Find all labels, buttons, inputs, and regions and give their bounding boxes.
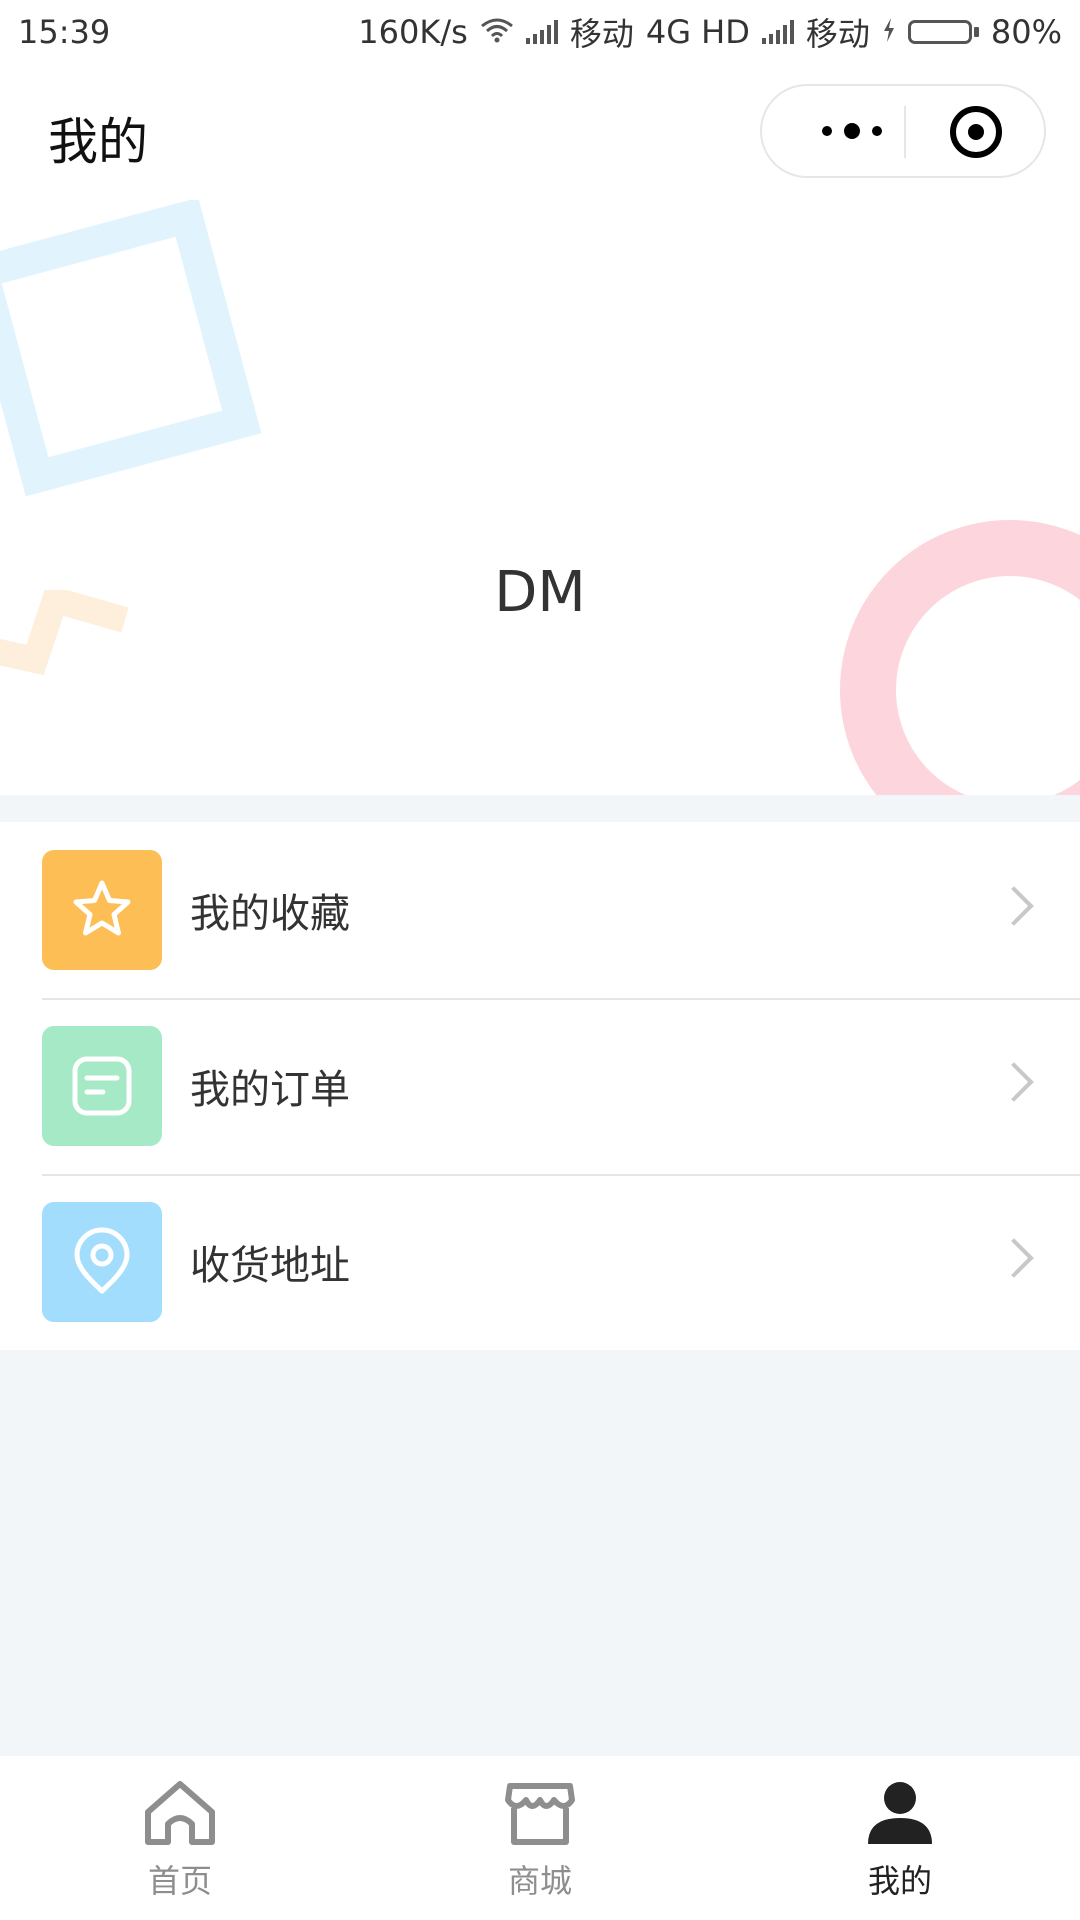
- tab-label: 我的: [867, 1862, 932, 1900]
- more-dot: [872, 126, 882, 136]
- chevron-right-icon: [994, 886, 1034, 926]
- tab-store[interactable]: 商城: [360, 1756, 720, 1920]
- chevron-right-icon: [994, 1062, 1034, 1102]
- menu-item-label: 收货地址: [190, 1243, 350, 1289]
- tab-mine[interactable]: 我的: [720, 1756, 1080, 1920]
- battery-icon: [907, 20, 979, 44]
- mini-program-capsule: [760, 84, 1046, 178]
- nav-bar: 我的: [0, 64, 1080, 200]
- net-speed: 160K/s: [358, 13, 468, 51]
- menu-item-favorites[interactable]: 我的收藏: [0, 822, 1080, 998]
- carrier-1: 移动: [569, 15, 634, 53]
- order-icon: [42, 1026, 162, 1146]
- menu-list: 我的收藏 我的订单 收货地址: [0, 822, 1080, 1350]
- more-dot: [844, 123, 860, 139]
- decorative-square: [0, 200, 262, 497]
- page-title: 我的: [48, 113, 148, 171]
- tab-label: 首页: [147, 1862, 212, 1900]
- status-time: 15:39: [18, 13, 111, 51]
- tab-label: 商城: [507, 1862, 572, 1900]
- home-icon: [145, 1781, 215, 1845]
- tab-bar: 首页 商城 我的: [0, 1756, 1080, 1920]
- tab-home[interactable]: 首页: [0, 1756, 360, 1920]
- more-button[interactable]: [802, 86, 902, 176]
- user-icon: [868, 1782, 932, 1844]
- more-dot: [822, 126, 832, 136]
- location-icon: [42, 1202, 162, 1322]
- battery-percent: 80%: [990, 13, 1062, 51]
- menu-item-address[interactable]: 收货地址: [0, 1174, 1080, 1350]
- store-icon: [505, 1783, 575, 1845]
- menu-item-orders[interactable]: 我的订单: [0, 998, 1080, 1174]
- wifi-icon: [480, 13, 514, 51]
- menu-item-label: 我的订单: [190, 1067, 350, 1113]
- chevron-right-icon: [994, 1238, 1034, 1278]
- capsule-divider: [904, 106, 906, 158]
- close-mini-program-button[interactable]: [950, 106, 1002, 158]
- profile-header: DM: [0, 200, 1080, 795]
- star-icon: [42, 850, 162, 970]
- username: DM: [494, 560, 586, 625]
- signal-icon: [525, 20, 558, 44]
- network-type: 4G HD: [645, 13, 750, 51]
- carrier-2: 移动: [805, 15, 870, 53]
- signal-icon: [761, 20, 794, 44]
- menu-item-label: 我的收藏: [190, 891, 350, 937]
- charging-icon: [882, 13, 896, 51]
- status-indicators: 160K/s 移动 4G HD 移动 80%: [358, 9, 1062, 55]
- status-bar: 15:39 160K/s 移动 4G HD 移动 80%: [0, 0, 1080, 64]
